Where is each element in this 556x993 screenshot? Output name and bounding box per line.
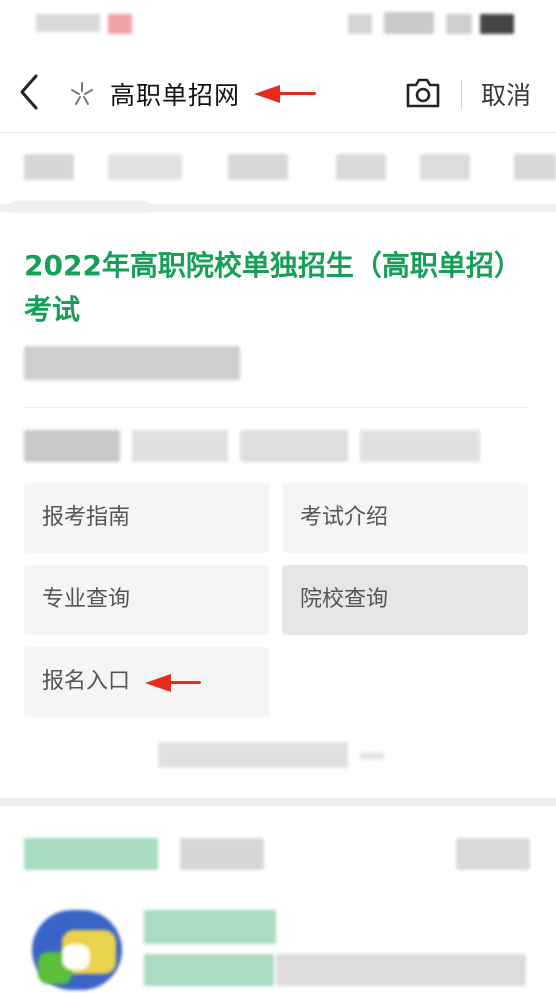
tab-blurred[interactable]: [336, 154, 386, 180]
tab-blurred[interactable]: [514, 154, 556, 180]
link-exam-intro-button[interactable]: 考试介绍: [282, 483, 528, 553]
link-major-search-button[interactable]: 专业查询: [24, 565, 270, 635]
status-notification-blurred: [108, 14, 132, 34]
cancel-button[interactable]: 取消: [481, 76, 531, 112]
card-divider: [24, 407, 528, 408]
next-result-title-blurred[interactable]: [24, 838, 158, 870]
next-result-desc-blurred: [144, 954, 274, 986]
source-line-blurred: [24, 430, 120, 462]
annotation-arrow-registration: [145, 674, 201, 692]
star-icon: [68, 80, 96, 108]
section-gap: [0, 204, 556, 212]
link-school-search-button[interactable]: 院校查询: [282, 565, 528, 635]
status-time-blurred: [36, 14, 100, 32]
tab-blurred[interactable]: [24, 154, 74, 180]
back-icon[interactable]: [14, 72, 48, 112]
next-result-date-blurred: [456, 838, 530, 870]
result-subtitle-blurred: [24, 346, 240, 380]
more-link-blurred[interactable]: [158, 742, 348, 768]
status-signal-blurred: [384, 12, 434, 34]
link-guide-button[interactable]: 报考指南: [24, 483, 270, 553]
category-tabs: [0, 140, 556, 212]
next-result-name-blurred[interactable]: [144, 910, 276, 944]
section-gap: [0, 798, 556, 806]
source-line-blurred: [132, 430, 228, 462]
status-bar: [0, 0, 556, 46]
next-result-meta-blurred: [180, 838, 264, 870]
status-wifi-blurred: [446, 14, 472, 34]
header-divider: [461, 80, 462, 110]
annotation-arrow-search: [254, 85, 316, 103]
next-result-desc-blurred: [276, 954, 526, 986]
more-link-arrow-blurred: [360, 752, 384, 760]
source-line-blurred: [240, 430, 348, 462]
source-line-blurred: [360, 430, 480, 462]
next-result-logo-blurred: [24, 910, 124, 992]
status-icon-blurred: [348, 14, 372, 34]
result-title[interactable]: 2022年高职院校单独招生（高职单招）考试: [24, 244, 524, 332]
status-battery-blurred: [480, 14, 514, 34]
tab-blurred[interactable]: [228, 154, 288, 180]
tab-blurred[interactable]: [108, 154, 182, 180]
search-input[interactable]: 高职单招网: [110, 76, 240, 112]
search-header: 高职单招网 取消: [0, 50, 556, 133]
camera-icon[interactable]: [404, 76, 442, 110]
tab-blurred[interactable]: [420, 154, 470, 180]
